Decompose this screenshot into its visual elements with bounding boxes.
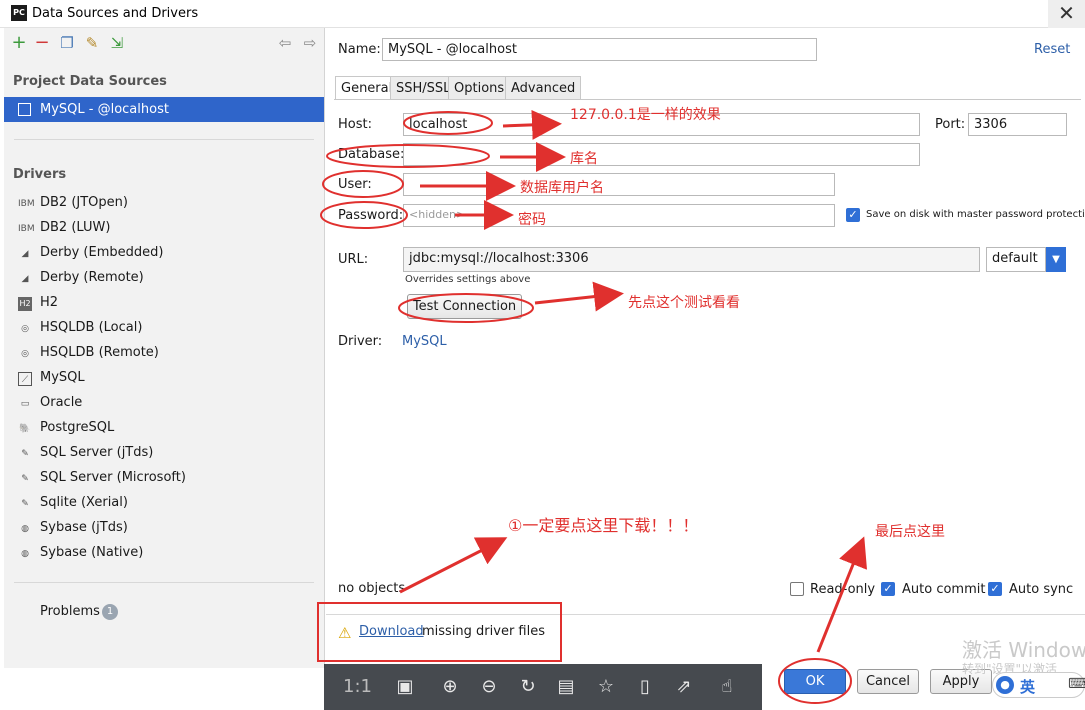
zoom-out-icon[interactable]: ⊖ (477, 676, 501, 698)
test-connection-highlight (398, 293, 534, 323)
annotation-download: ①一定要点这里下载！！！ (508, 516, 699, 535)
share-icon[interactable]: ⇗ (672, 676, 696, 698)
password-highlight (320, 201, 408, 229)
zoom-in-icon[interactable]: ⊕ (438, 676, 462, 698)
image-viewer-toolbar (324, 664, 762, 710)
save-icon[interactable]: ▤ (554, 676, 578, 698)
keyboard-icon: ⌨ (1068, 676, 1085, 692)
host-highlight (403, 111, 493, 135)
phone-icon[interactable]: ▯ (633, 676, 657, 698)
annotation-ok: 最后点这里 (875, 524, 945, 540)
download-highlight (317, 602, 562, 662)
ok-arrow (816, 536, 868, 653)
annotation-overlay (317, 109, 868, 704)
database-highlight (326, 144, 490, 168)
annotation-test: 先点这个测试看看 (628, 295, 740, 311)
annotation-password: 密码 (518, 212, 546, 228)
download-arrow (399, 537, 508, 594)
test-arrow (534, 281, 624, 312)
user-highlight (322, 170, 404, 198)
annotation-user: 数据库用户名 (520, 180, 604, 196)
annotation-database: 库名 (570, 151, 598, 167)
rotate-icon[interactable]: ↻ (516, 676, 540, 698)
ok-highlight (778, 658, 852, 704)
bookmark-icon[interactable]: ☆ (594, 676, 618, 698)
activation-watermark: 激活 Window (962, 638, 1085, 662)
like-icon[interactable]: ☝ (715, 676, 739, 698)
actual-size-button[interactable]: 1:1 (343, 676, 372, 697)
host-arrow (502, 109, 562, 140)
ime-user-icon: ● (996, 676, 1014, 694)
fit-screen-icon[interactable]: ▣ (393, 676, 417, 698)
annotation-host: 127.0.0.1是一样的效果 (570, 107, 721, 123)
ime-language-label: 英 (1020, 678, 1036, 696)
